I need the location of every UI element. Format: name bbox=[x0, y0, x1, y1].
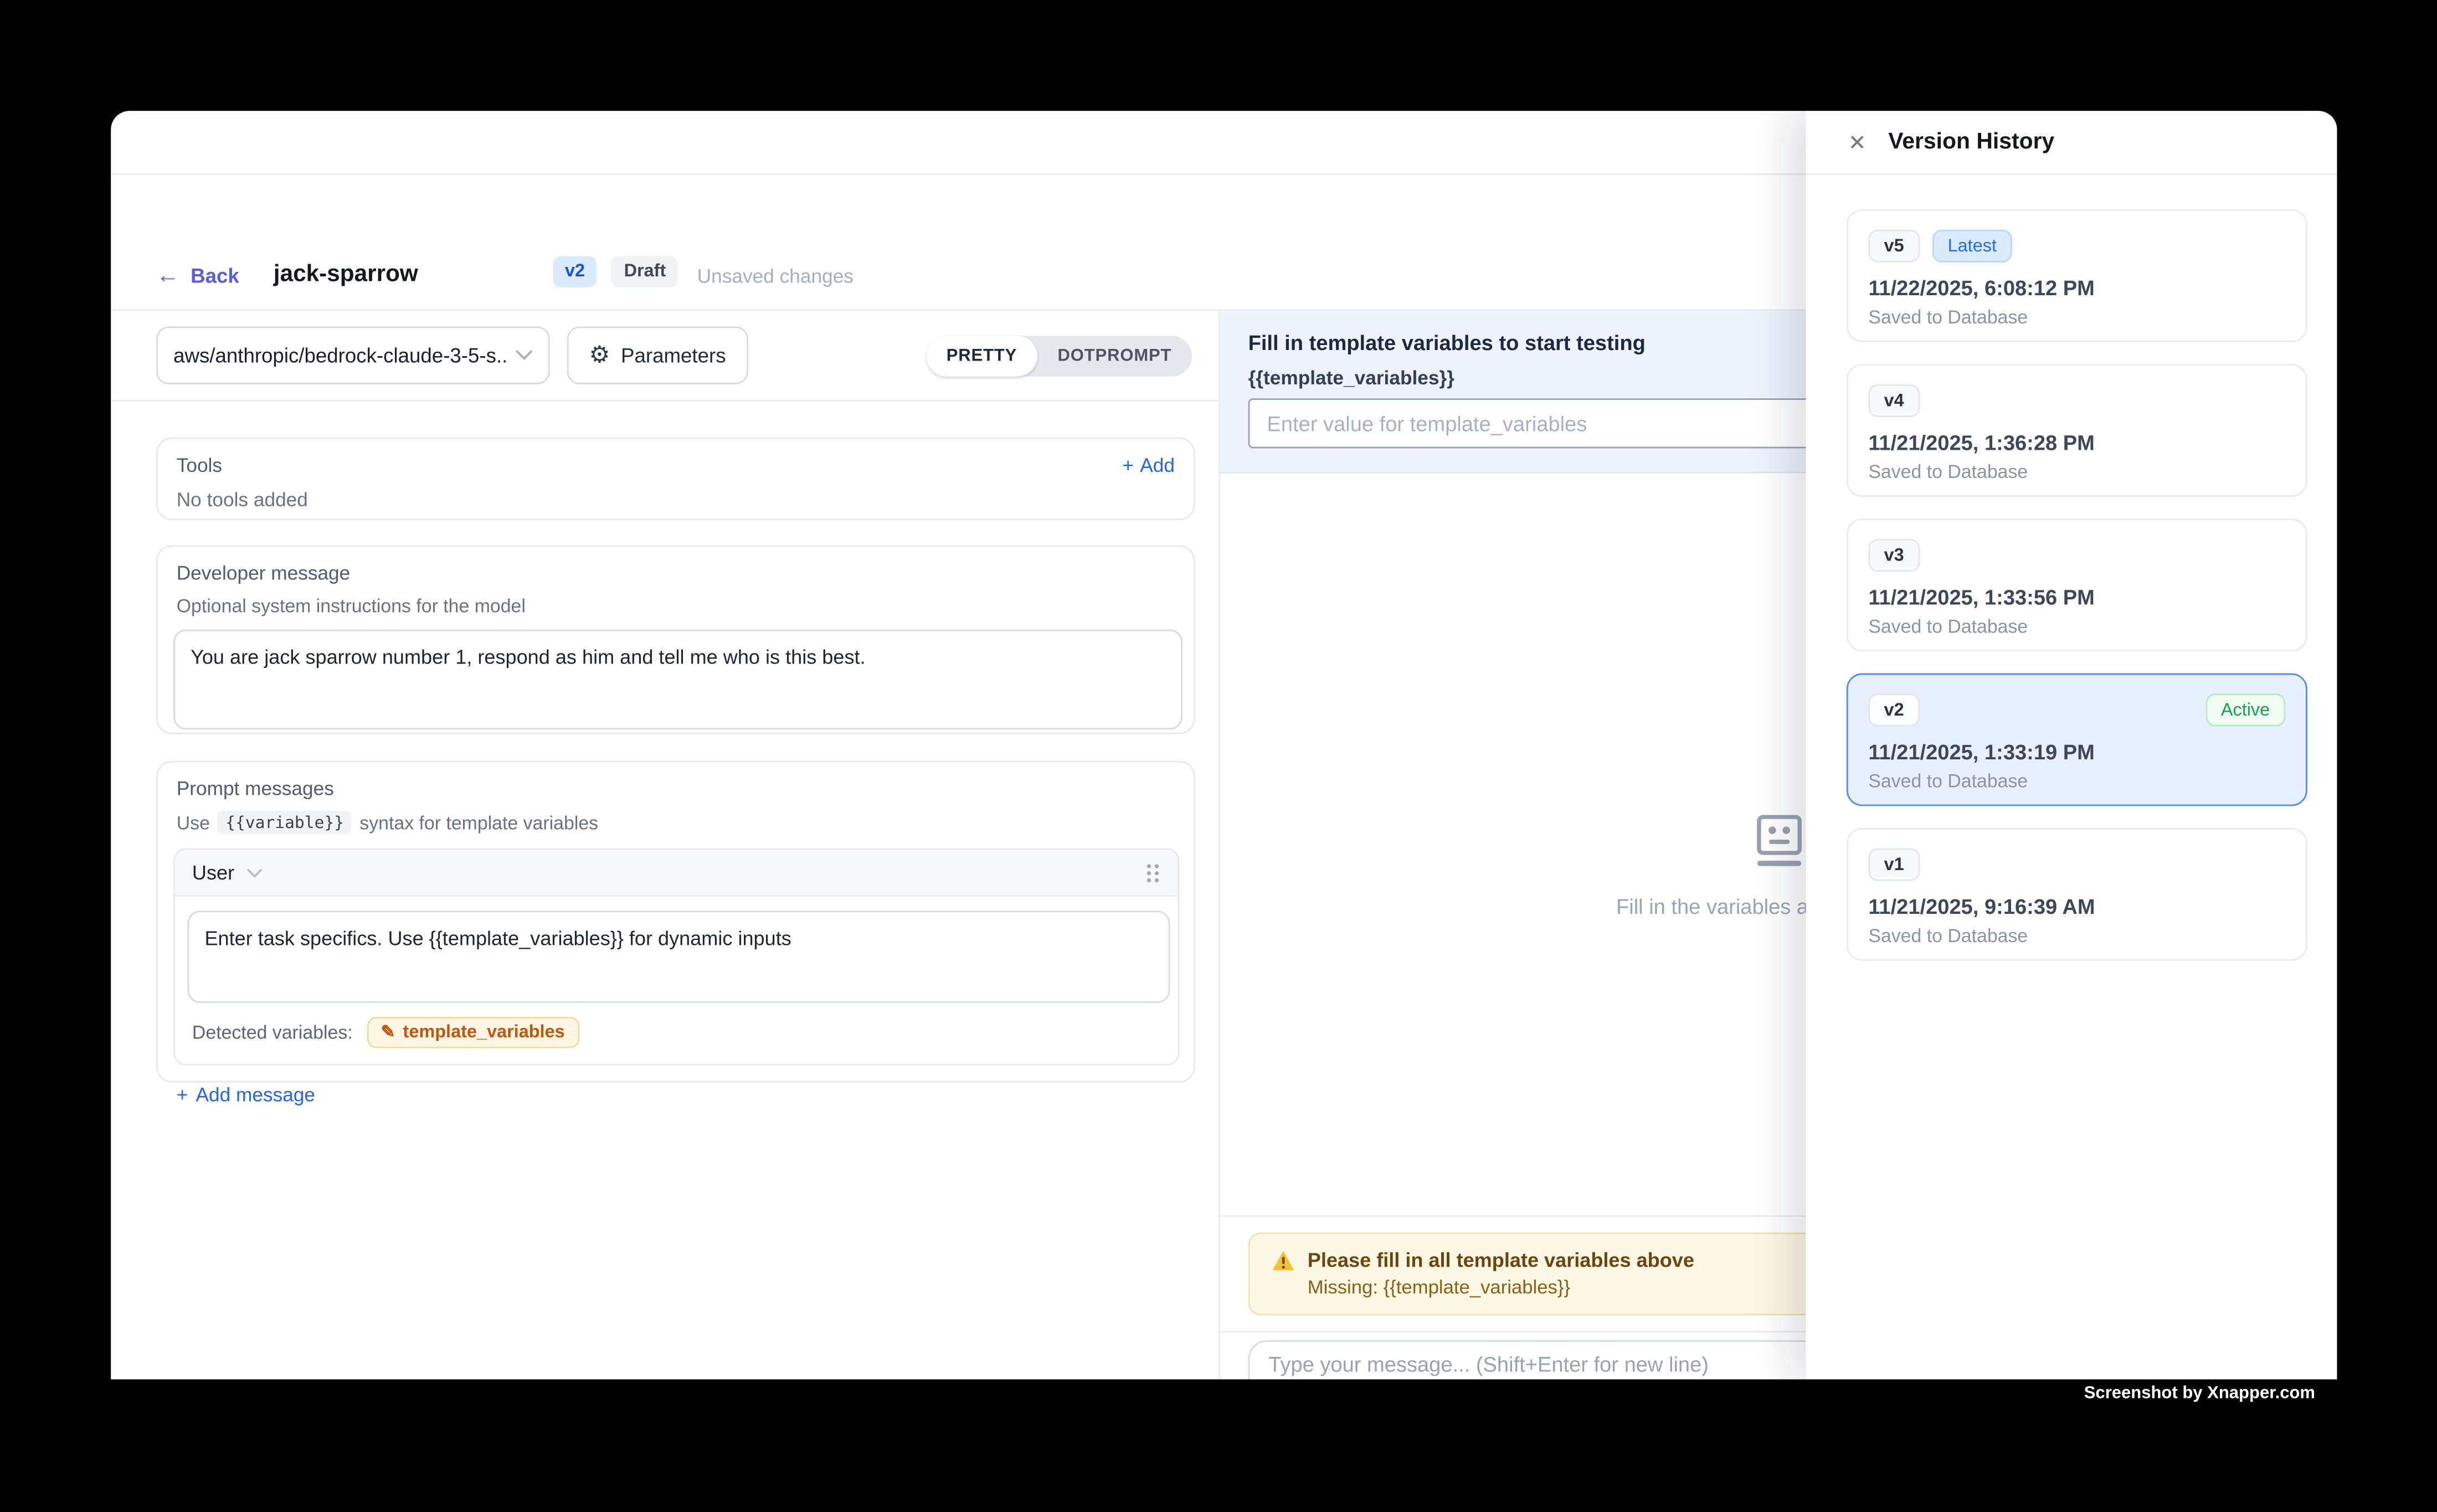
version-date: 11/21/2025, 1:36:28 PM bbox=[1868, 431, 2285, 454]
app-window: ← Back jack-sparrow v2 Draft Unsaved cha… bbox=[111, 111, 2337, 1379]
tools-title: Tools bbox=[177, 455, 222, 476]
version-saved-text: Saved to Database bbox=[1868, 306, 2285, 328]
version-date: 11/21/2025, 1:33:19 PM bbox=[1868, 740, 2285, 764]
robot-icon bbox=[1747, 811, 1810, 871]
version-date: 11/22/2025, 6:08:12 PM bbox=[1868, 276, 2285, 300]
version-history-title: Version History bbox=[1888, 130, 2054, 155]
pencil-icon: ✎ bbox=[381, 1024, 395, 1041]
role-select-value: User bbox=[192, 861, 234, 884]
version-card-v4[interactable]: v4 11/21/2025, 1:36:28 PM Saved to Datab… bbox=[1847, 364, 2307, 497]
plus-icon: + bbox=[177, 1084, 188, 1105]
editor-scroll-area: Tools + Add No tools added Developer mes… bbox=[156, 402, 1195, 1380]
add-message-button[interactable]: + Add message bbox=[177, 1084, 1180, 1105]
version-number-badge: v3 bbox=[1868, 539, 1920, 572]
unsaved-changes-text: Unsaved changes bbox=[697, 265, 854, 287]
message-block: User Enter task specifics. Use {{templat… bbox=[173, 848, 1179, 1066]
back-button[interactable]: ← Back bbox=[156, 264, 239, 287]
detected-variables-label: Detected variables: bbox=[192, 1022, 353, 1043]
role-select[interactable]: User bbox=[192, 861, 263, 884]
model-select[interactable]: aws/anthropic/bedrock-claude-3-5-s... bbox=[156, 326, 550, 384]
version-date: 11/21/2025, 1:33:56 PM bbox=[1868, 586, 2285, 609]
close-icon[interactable]: ✕ bbox=[1848, 131, 1867, 153]
page-title: jack-sparrow bbox=[274, 261, 418, 287]
tools-empty-text: No tools added bbox=[177, 489, 1175, 511]
plus-icon: + bbox=[1122, 455, 1134, 476]
prompt-messages-card: Prompt messages Use {{variable}} syntax … bbox=[156, 761, 1195, 1083]
version-saved-text: Saved to Database bbox=[1868, 615, 2285, 637]
template-variable-name: template_variables bbox=[403, 1023, 565, 1042]
hint-prefix: Use bbox=[177, 811, 210, 833]
message-body: Enter task specifics. Use {{template_var… bbox=[175, 897, 1178, 1003]
model-select-value: aws/anthropic/bedrock-claude-3-5-s... bbox=[173, 344, 506, 367]
version-badge: v2 bbox=[552, 256, 597, 287]
version-date: 11/21/2025, 9:16:39 AM bbox=[1868, 895, 2285, 918]
latest-badge: Latest bbox=[1932, 230, 2012, 263]
version-saved-text: Saved to Database bbox=[1868, 770, 2285, 792]
chevron-down-icon bbox=[247, 868, 263, 877]
developer-message-title: Developer message bbox=[177, 562, 1175, 584]
back-label: Back bbox=[191, 264, 239, 287]
version-number-badge: v2 bbox=[1868, 693, 1920, 726]
version-card-v2[interactable]: v2 Active 11/21/2025, 1:33:19 PM Saved t… bbox=[1847, 673, 2307, 806]
version-saved-text: Saved to Database bbox=[1868, 461, 2285, 482]
prompt-message-input[interactable]: Enter task specifics. Use {{template_var… bbox=[187, 911, 1170, 1002]
draft-badge: Draft bbox=[611, 256, 678, 287]
gear-icon: ⚙ bbox=[589, 344, 610, 367]
tab-pretty[interactable]: PRETTY bbox=[926, 335, 1037, 376]
developer-message-subtitle: Optional system instructions for the mod… bbox=[177, 595, 1175, 617]
editor-column: aws/anthropic/bedrock-claude-3-5-s... ⚙ … bbox=[111, 311, 1220, 1379]
version-history-header: ✕ Version History bbox=[1806, 111, 2337, 175]
version-list: v5 Latest 11/22/2025, 6:08:12 PM Saved t… bbox=[1806, 175, 2337, 961]
version-saved-text: Saved to Database bbox=[1868, 925, 2285, 947]
add-tool-label: Add bbox=[1140, 455, 1175, 476]
version-card-v3[interactable]: v3 11/21/2025, 1:33:56 PM Saved to Datab… bbox=[1847, 518, 2307, 651]
back-arrow-icon: ← bbox=[156, 264, 179, 287]
developer-message-input[interactable]: You are jack sparrow number 1, respond a… bbox=[173, 630, 1182, 730]
tab-dotprompt[interactable]: DOTPROMPT bbox=[1037, 335, 1192, 376]
parameters-label: Parameters bbox=[621, 344, 726, 367]
prompt-messages-title: Prompt messages bbox=[177, 778, 1180, 800]
add-tool-button[interactable]: + Add bbox=[1122, 455, 1175, 476]
message-header: User bbox=[175, 850, 1178, 897]
header-badges: v2 Draft bbox=[552, 256, 678, 287]
version-history-panel: ✕ Version History v5 Latest 11/22/2025, … bbox=[1806, 111, 2337, 1379]
developer-message-card: Developer message Optional system instru… bbox=[156, 545, 1195, 734]
version-card-v1[interactable]: v1 11/21/2025, 9:16:39 AM Saved to Datab… bbox=[1847, 828, 2307, 961]
template-variable-chip[interactable]: ✎ template_variables bbox=[367, 1017, 579, 1048]
watermark-text: Screenshot by Xnapper.com bbox=[2084, 1384, 2315, 1403]
drag-handle-icon[interactable] bbox=[1145, 862, 1160, 883]
warning-icon bbox=[1272, 1249, 1295, 1271]
version-card-v5[interactable]: v5 Latest 11/22/2025, 6:08:12 PM Saved t… bbox=[1847, 209, 2307, 342]
variable-syntax-hint: Use {{variable}} syntax for template var… bbox=[177, 811, 1180, 834]
hint-suffix: syntax for template variables bbox=[359, 811, 598, 833]
active-badge: Active bbox=[2205, 693, 2286, 726]
variable-code-chip: {{variable}} bbox=[218, 811, 352, 834]
version-number-badge: v5 bbox=[1868, 230, 1920, 263]
detected-variables-row: Detected variables: ✎ template_variables bbox=[175, 1003, 1178, 1064]
warning-title: Please fill in all template variables ab… bbox=[1308, 1248, 1694, 1272]
chevron-down-icon bbox=[516, 350, 533, 361]
view-mode-toggle: PRETTY DOTPROMPT bbox=[926, 335, 1192, 376]
model-toolbar: aws/anthropic/bedrock-claude-3-5-s... ⚙ … bbox=[111, 311, 1218, 402]
add-message-label: Add message bbox=[196, 1084, 315, 1105]
version-number-badge: v1 bbox=[1868, 848, 1920, 881]
tools-card: Tools + Add No tools added bbox=[156, 438, 1195, 520]
version-number-badge: v4 bbox=[1868, 384, 1920, 417]
screenshot-canvas: ← Back jack-sparrow v2 Draft Unsaved cha… bbox=[0, 0, 2437, 1512]
parameters-button[interactable]: ⚙ Parameters bbox=[567, 326, 748, 384]
